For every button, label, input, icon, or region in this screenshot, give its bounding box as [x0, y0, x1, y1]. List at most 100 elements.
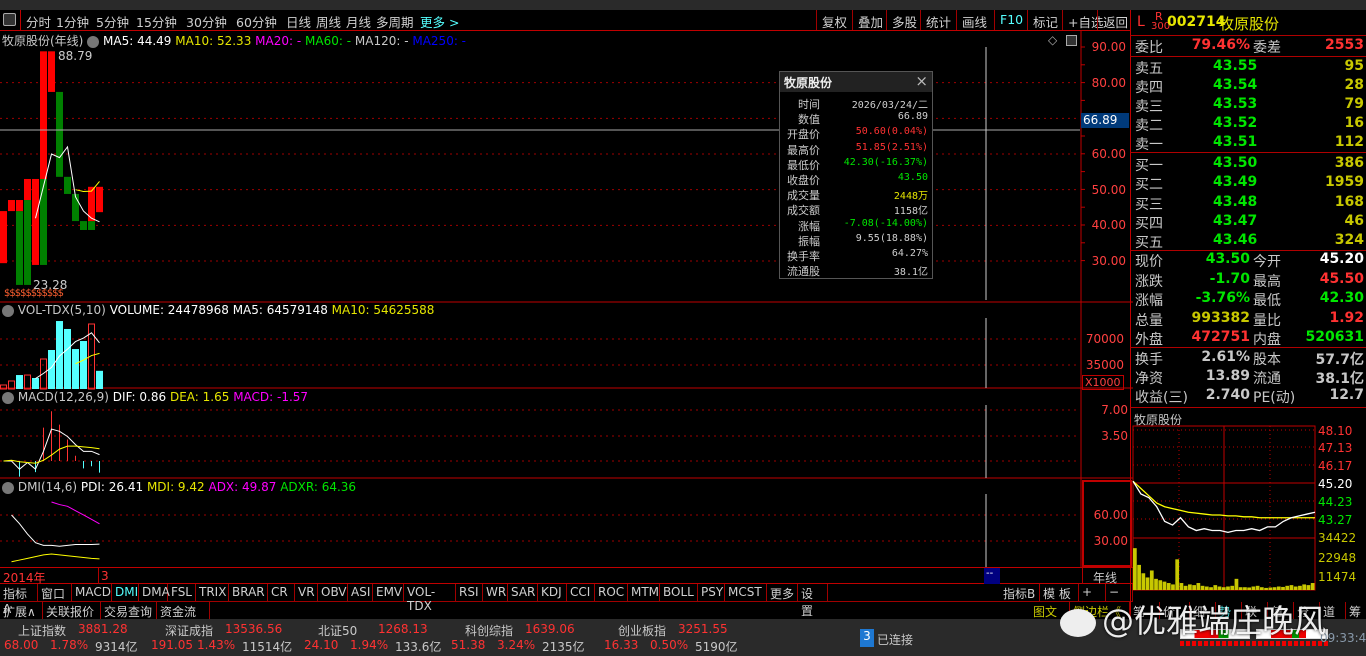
volume-axis-label: 70000 — [1085, 332, 1124, 346]
tab-indtabs[interactable]: OBV — [318, 584, 348, 602]
close-icon[interactable]: × — [915, 72, 928, 90]
period-tab[interactable]: 30分钟 — [186, 12, 227, 31]
tab-exttabs[interactable]: 资金流向 — [157, 602, 210, 636]
toolbar-button[interactable]: 统计 — [920, 10, 956, 30]
chevron-down-icon[interactable] — [2, 304, 14, 317]
level-price[interactable]: 43.49 — [1213, 174, 1257, 190]
level-volume: 95 — [1344, 58, 1364, 74]
tab-indtabs[interactable]: DMI — [112, 584, 139, 602]
tab-indtabs[interactable]: 指标A — [0, 584, 38, 616]
tab-indtabs[interactable]: EMV — [373, 584, 404, 602]
period-tab[interactable]: 15分钟 — [136, 12, 177, 31]
kline-bar-green — [80, 221, 87, 230]
chevron-down-icon[interactable] — [2, 391, 14, 404]
stat-value: 2.61% — [1201, 349, 1250, 365]
intraday-volume-bar — [1175, 559, 1180, 590]
tab-indtabs[interactable]: 窗口 — [38, 584, 72, 602]
level-volume: 168 — [1334, 193, 1364, 210]
tab-indtabs[interactable]: SAR — [508, 584, 538, 602]
period-tab[interactable]: 1分钟 — [56, 12, 89, 31]
tab-indtabs[interactable]: VOL-TDX — [404, 584, 456, 613]
tooltip-value: 51.85(2.51%) — [855, 141, 928, 153]
period-tab[interactable]: 60分钟 — [236, 12, 277, 31]
tab-btabs[interactable]: 指标B — [1000, 584, 1040, 602]
tab-indtabs[interactable]: ROC — [595, 584, 628, 602]
stat-value: 520631 — [1305, 329, 1364, 345]
volume-title: VOL-TDX(5,10) — [17, 303, 106, 317]
tab-exttabs[interactable]: 扩展∧ — [0, 602, 43, 620]
index-name[interactable]: 创业板指 — [618, 622, 666, 639]
tab-indtabs[interactable]: MACD — [72, 584, 112, 602]
period-tab[interactable]: 更多 > — [420, 12, 459, 31]
level-price[interactable]: 43.52 — [1213, 115, 1257, 131]
intraday-chart[interactable]: 48.10 47.13 46.17 45.20 44.23 43.27 34422 22948… — [1130, 424, 1366, 592]
tab-indtabs[interactable]: DMA — [139, 584, 170, 602]
level-price[interactable]: 43.54 — [1213, 77, 1257, 93]
tab-indtabs[interactable]: 更多 — [767, 584, 798, 602]
macd-value: MACD: -1.57 — [233, 390, 309, 404]
tab-exttabs[interactable]: 关联报价 — [43, 602, 101, 620]
period-tab[interactable]: 月线 — [346, 12, 371, 31]
tab-indtabs[interactable]: MTM — [628, 584, 660, 602]
connection-count[interactable]: 3 — [860, 629, 874, 647]
tooltip-row: 收盘价 43.50 — [780, 172, 930, 187]
tab-indtabs[interactable]: VR — [295, 584, 318, 602]
period-tab[interactable]: 日线 — [286, 12, 311, 31]
stat-value: 1.92 — [1329, 309, 1364, 326]
level-price[interactable]: 43.53 — [1213, 96, 1257, 112]
period-toolbar: 分时 1分钟 5分钟 15分钟 30分钟 60分钟 日线 周线 月线 多周期 更多 > 复权 叠加 多股… — [0, 10, 1130, 31]
tab-indtabs[interactable]: MCST — [725, 584, 767, 602]
intraday-volume-bar — [1149, 570, 1154, 590]
tab-indtabs[interactable]: KDJ — [538, 584, 567, 602]
level-price[interactable]: 43.46 — [1213, 232, 1257, 248]
intraday-volume-bar — [1251, 586, 1256, 590]
level-price[interactable]: 43.47 — [1213, 213, 1257, 229]
tab-indtabs[interactable]: ASI — [348, 584, 373, 602]
tab-exttabs[interactable]: 交易查询 — [101, 602, 157, 620]
tab-indtabs[interactable]: PSY — [698, 584, 725, 602]
toolbar-button[interactable]: 复权 — [816, 10, 852, 30]
stat-label: 涨幅 — [1135, 293, 1163, 309]
tab-indtabs[interactable]: WR — [483, 584, 508, 602]
tab-indtabs[interactable]: RSI — [456, 584, 483, 602]
tab-indtabs[interactable]: TRIX — [196, 584, 229, 602]
stat-label: 涨跌 — [1135, 273, 1163, 290]
tooltip-value: 2026/03/24/二 — [851, 100, 928, 111]
level-volume: 16 — [1344, 115, 1364, 131]
index-value: 1639.06 — [525, 622, 575, 636]
price-axis-label: 60.00 — [1091, 147, 1126, 161]
toolbar-button[interactable]: 叠加 — [852, 10, 888, 30]
tab-indtabs[interactable]: BRAR — [229, 584, 268, 602]
period-tab[interactable]: 周线 — [316, 12, 341, 31]
toolbar-button[interactable]: F10 — [994, 10, 1028, 30]
toolbar-button[interactable]: 多股 — [886, 10, 922, 30]
period-tab[interactable]: 分时 — [26, 12, 51, 31]
tab-indtabs[interactable]: CR — [268, 584, 295, 602]
tab-indtabs[interactable]: BOLL — [660, 584, 698, 602]
chevron-down-icon[interactable] — [2, 481, 14, 494]
tab-sidetabs[interactable]: 筹 — [1346, 602, 1366, 620]
index-name[interactable]: 科创综指 — [465, 622, 513, 639]
index-name[interactable]: 深证成指 — [165, 622, 213, 639]
sidebar-toggle-icon[interactable] — [3, 13, 16, 26]
tab-indtabs[interactable]: FSL — [168, 584, 196, 602]
level-label: 买四 — [1135, 215, 1163, 232]
level-price[interactable]: 43.48 — [1213, 194, 1257, 210]
tab-indtabs[interactable]: 设置 — [798, 584, 828, 618]
tab-indtabs[interactable]: CCI — [567, 584, 595, 602]
period-tab[interactable]: 5分钟 — [96, 12, 129, 31]
intraday-volume-bar — [1259, 587, 1264, 590]
level-price[interactable]: 43.50 — [1213, 155, 1257, 171]
volume-bar — [56, 321, 63, 389]
level-price[interactable]: 43.55 — [1213, 58, 1257, 74]
watermark-text: @优雅端庄晚风 — [1102, 602, 1327, 640]
index-name[interactable]: 上证指数 — [18, 622, 66, 639]
watermark: @优雅端庄晚风 — [1060, 596, 1326, 642]
toolbar-button[interactable]: 标记 — [1027, 10, 1063, 30]
level-price[interactable]: 43.51 — [1213, 134, 1257, 150]
toolbar-button[interactable]: 返回 — [1097, 10, 1133, 30]
period-tab[interactable]: 多周期 — [376, 12, 414, 31]
index-name[interactable]: 北证50 — [318, 622, 357, 639]
stat-label: 量比 — [1253, 312, 1281, 329]
toolbar-button[interactable]: 画线 — [956, 10, 992, 30]
